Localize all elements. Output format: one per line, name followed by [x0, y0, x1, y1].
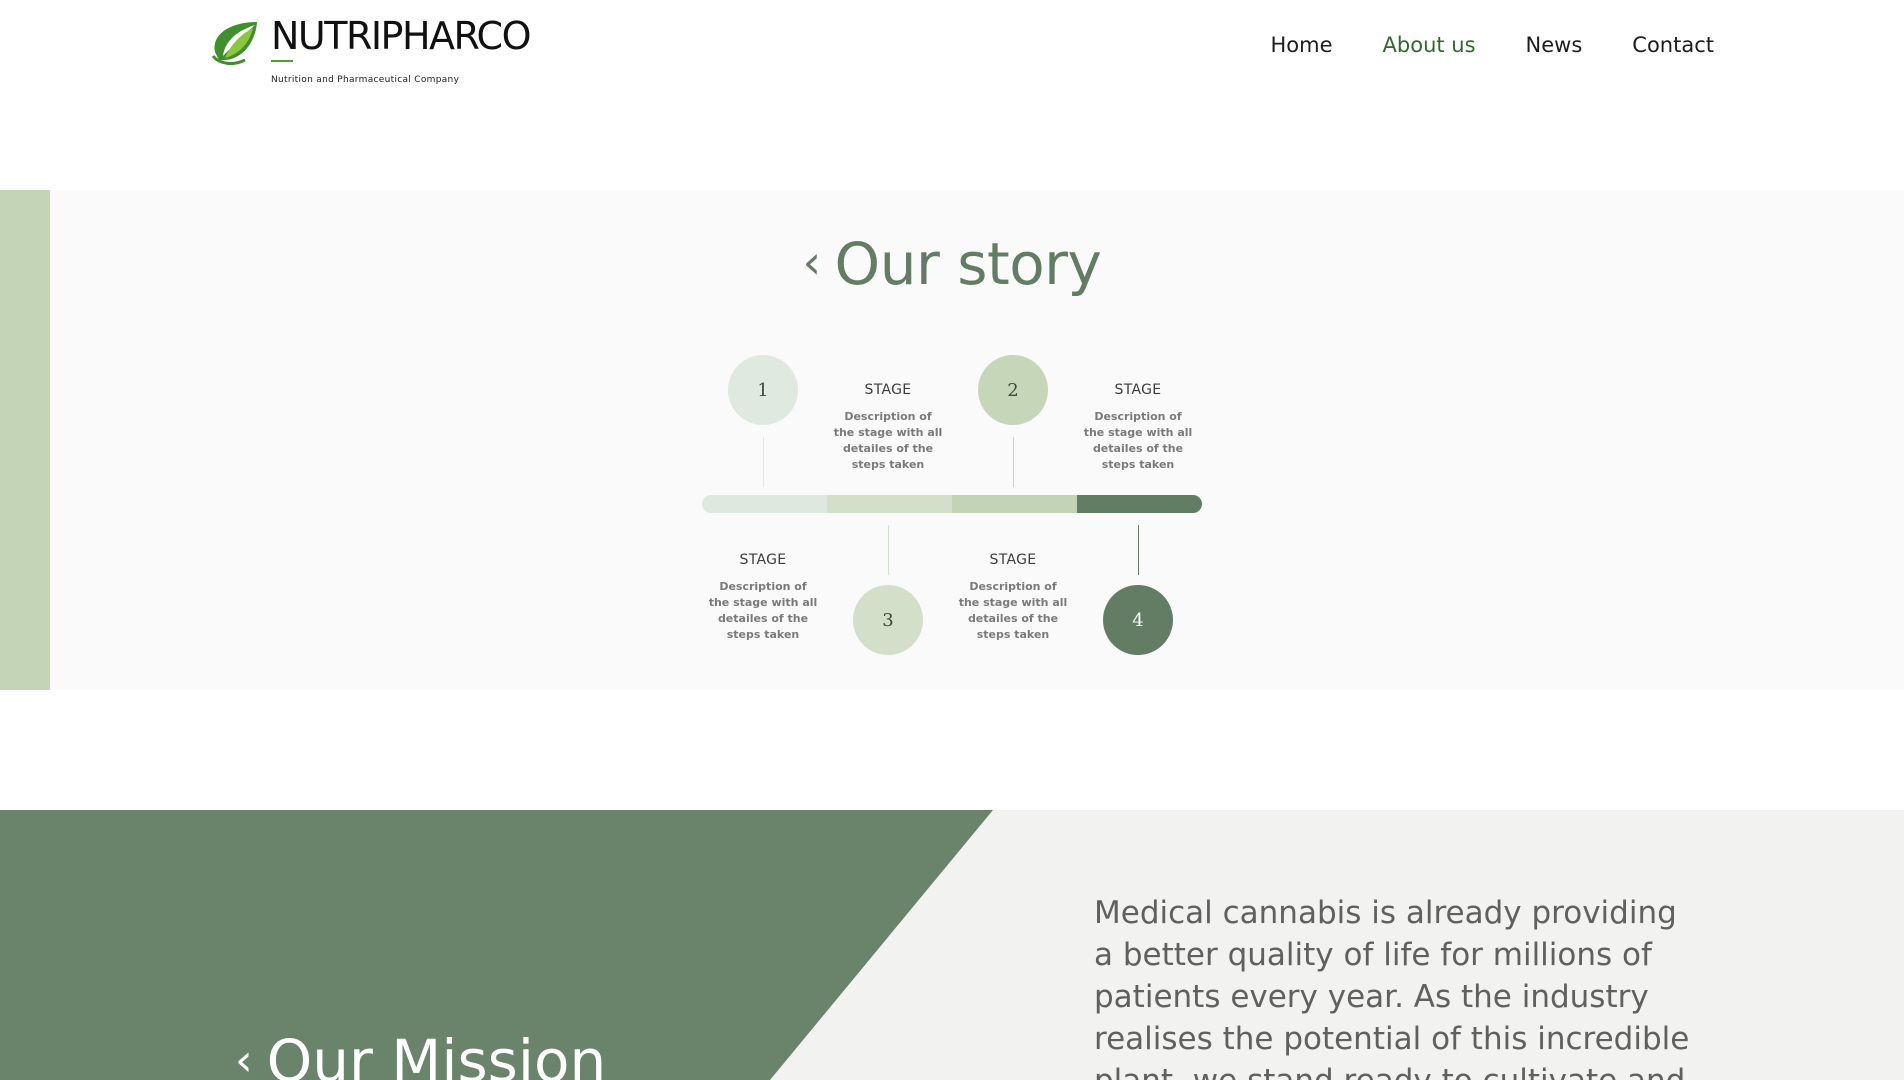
stage-2-circle[interactable]: 2 — [978, 355, 1048, 425]
stage-3-number: 3 — [882, 609, 894, 631]
stage-3-label: STAGE — [864, 382, 912, 398]
story-title: ‹ Our story — [0, 226, 1904, 306]
stage-2-description: Description of the stage with all detail… — [958, 580, 1068, 641]
logo-underline — [271, 60, 293, 62]
timeline-track — [702, 495, 1202, 513]
main-nav: Home About us News Contact — [1271, 30, 1714, 60]
stage-4-description: Description of the stage with all detail… — [1083, 410, 1193, 471]
mission-title: ‹ Our Mission — [235, 1023, 606, 1080]
track-segment-1 — [702, 495, 827, 513]
stage-1-text: STAGE Description of the stage with all … — [708, 551, 818, 643]
track-segment-3 — [952, 495, 1077, 513]
chevron-left-icon: ‹ — [235, 1035, 253, 1080]
nav-about-us[interactable]: About us — [1383, 30, 1476, 60]
stage-3-text: STAGE Description of the stage with all … — [833, 381, 943, 473]
leaf-icon — [211, 22, 257, 65]
nav-news[interactable]: News — [1526, 30, 1583, 60]
stage-2-number: 2 — [1007, 379, 1019, 401]
stage-4-text: STAGE Description of the stage with all … — [1083, 381, 1193, 473]
stage-2-label: STAGE — [989, 552, 1037, 568]
stage-4-connector — [1138, 525, 1139, 575]
stage-3-connector — [888, 525, 889, 575]
our-mission-section: ‹ Our Mission Medical cannabis is already… — [0, 810, 1904, 1080]
logo[interactable]: NUTRIPHARCO Nutrition and Pharmaceutical… — [209, 14, 532, 85]
stage-1-number: 1 — [757, 379, 769, 401]
timeline: 1 STAGE Description of the stage with al… — [702, 355, 1202, 660]
track-segment-4 — [1077, 495, 1202, 513]
our-story-section: ‹ Our story 1 STAGE Description of the st… — [0, 190, 1904, 690]
story-title-text: Our story — [834, 230, 1102, 298]
logo-tagline: Nutrition and Pharmaceutical Company — [271, 75, 460, 85]
stage-4-label: STAGE — [1114, 382, 1162, 398]
nav-contact[interactable]: Contact — [1632, 30, 1714, 60]
stage-3-circle[interactable]: 3 — [853, 585, 923, 655]
track-segment-2 — [827, 495, 952, 513]
nav-home[interactable]: Home — [1271, 30, 1333, 60]
stage-2-connector — [1013, 437, 1014, 487]
stage-3-description: Description of the stage with all detail… — [833, 410, 943, 471]
stage-4-number: 4 — [1132, 609, 1144, 631]
site-header: NUTRIPHARCO Nutrition and Pharmaceutical… — [0, 0, 1904, 190]
stage-1-label: STAGE — [739, 552, 787, 568]
chevron-left-icon: ‹ — [802, 235, 821, 289]
stage-2-text: STAGE Description of the stage with all … — [958, 551, 1068, 643]
stage-1-connector — [763, 437, 764, 487]
stage-1-circle[interactable]: 1 — [728, 355, 798, 425]
stage-1-description: Description of the stage with all detail… — [708, 580, 818, 641]
mission-title-text: Our Mission — [266, 1027, 607, 1080]
mission-text: Medical cannabis is already providing a … — [1094, 895, 1690, 1080]
logo-name: NUTRIPHARCO — [271, 14, 532, 58]
stage-4-circle[interactable]: 4 — [1103, 585, 1173, 655]
